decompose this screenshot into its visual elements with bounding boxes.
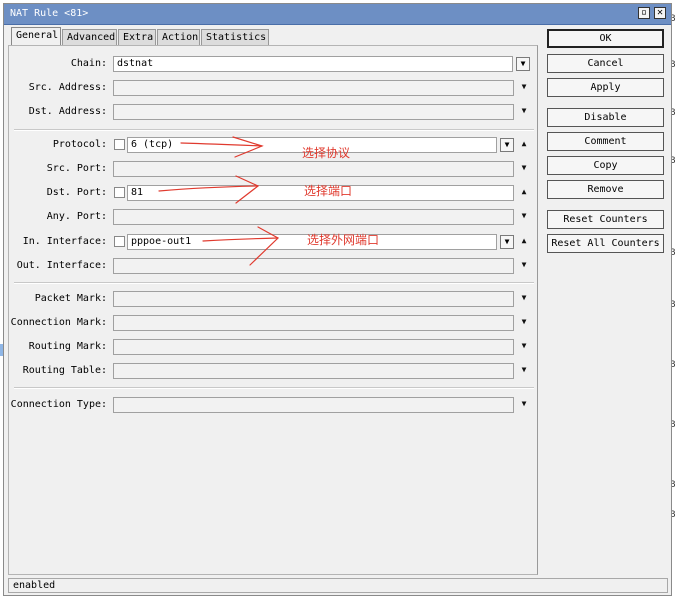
- tab-action[interactable]: Action: [157, 29, 200, 45]
- copy-button[interactable]: Copy: [547, 156, 664, 175]
- packet-mark-field[interactable]: [113, 291, 514, 307]
- protocol-label: Protocol:: [52, 139, 107, 150]
- tab-general[interactable]: General: [11, 27, 61, 45]
- routing-mark-label: Routing Mark:: [28, 341, 107, 352]
- out-interface-field[interactable]: [113, 258, 514, 274]
- chain-field[interactable]: dstnat: [113, 56, 513, 72]
- port-annotation: 选择端口: [304, 184, 353, 198]
- window-title: NAT Rule <81>: [10, 8, 89, 19]
- connection-mark-field[interactable]: [113, 315, 514, 331]
- dst-port-negate-checkbox[interactable]: [114, 187, 125, 198]
- dst-address-field[interactable]: [113, 104, 514, 120]
- protocol-annotation: 选择协议: [302, 146, 351, 160]
- interface-annotation: 选择外网端口: [307, 233, 380, 247]
- packet-mark-label: Packet Mark:: [34, 293, 107, 304]
- routing-table-label: Routing Table:: [22, 365, 107, 376]
- chevron-up-icon[interactable]: ▲: [518, 234, 530, 248]
- chevron-down-icon[interactable]: ▼: [518, 363, 530, 377]
- chevron-down-icon[interactable]: ▼: [516, 57, 530, 71]
- status-bar: enabled: [8, 578, 668, 593]
- routing-mark-field[interactable]: [113, 339, 514, 355]
- divider: [14, 129, 534, 131]
- chevron-down-icon[interactable]: ▼: [518, 258, 530, 272]
- nat-rule-window: NAT Rule <81> ▫ ✕ General Advanced Extra…: [3, 3, 672, 596]
- dst-address-label: Dst. Address:: [28, 106, 107, 117]
- disable-button[interactable]: Disable: [547, 108, 664, 127]
- chevron-down-icon[interactable]: ▼: [518, 161, 530, 175]
- any-port-field[interactable]: [113, 209, 514, 225]
- in-interface-negate-checkbox[interactable]: [114, 236, 125, 247]
- connection-type-field[interactable]: [113, 397, 514, 413]
- any-port-label: Any. Port:: [46, 211, 107, 222]
- src-port-label: Src. Port:: [46, 163, 107, 174]
- protocol-negate-checkbox[interactable]: [114, 139, 125, 150]
- divider: [14, 282, 534, 284]
- chevron-up-icon[interactable]: ▲: [518, 137, 530, 151]
- reset-all-counters-button[interactable]: Reset All Counters: [547, 234, 664, 253]
- out-interface-label: Out. Interface:: [16, 260, 107, 271]
- tab-statistics[interactable]: Statistics: [201, 29, 269, 45]
- src-address-field[interactable]: [113, 80, 514, 96]
- connection-type-label: Connection Type:: [10, 399, 107, 410]
- cancel-button[interactable]: Cancel: [547, 54, 664, 73]
- chevron-down-icon[interactable]: ▼: [518, 315, 530, 329]
- tab-advanced[interactable]: Advanced: [62, 29, 117, 45]
- src-port-field[interactable]: [113, 161, 514, 177]
- ok-button[interactable]: OK: [547, 29, 664, 48]
- restore-icon[interactable]: ▫: [638, 7, 650, 19]
- reset-counters-button[interactable]: Reset Counters: [547, 210, 664, 229]
- general-panel: Chain: dstnat ▼ Src. Address: ▼ Dst. Add…: [8, 45, 538, 575]
- dst-port-label: Dst. Port:: [46, 187, 107, 198]
- chevron-down-icon[interactable]: ▼: [518, 291, 530, 305]
- chevron-down-icon[interactable]: ▼: [518, 339, 530, 353]
- chevron-down-icon[interactable]: ▼: [500, 138, 514, 152]
- apply-button[interactable]: Apply: [547, 78, 664, 97]
- in-interface-label: In. Interface:: [22, 236, 107, 247]
- close-icon[interactable]: ✕: [654, 7, 666, 19]
- remove-button[interactable]: Remove: [547, 180, 664, 199]
- tab-extra[interactable]: Extra: [118, 29, 156, 45]
- chain-label: Chain:: [70, 58, 107, 69]
- connection-mark-label: Connection Mark:: [10, 317, 107, 328]
- title-bar[interactable]: NAT Rule <81> ▫ ✕: [4, 4, 671, 25]
- comment-button[interactable]: Comment: [547, 132, 664, 151]
- chevron-down-icon[interactable]: ▼: [518, 104, 530, 118]
- routing-table-field[interactable]: [113, 363, 514, 379]
- divider: [14, 387, 534, 389]
- chevron-down-icon[interactable]: ▼: [518, 397, 530, 411]
- chevron-down-icon[interactable]: ▼: [500, 235, 514, 249]
- chevron-down-icon[interactable]: ▼: [518, 80, 530, 94]
- src-address-label: Src. Address:: [28, 82, 107, 93]
- chevron-down-icon[interactable]: ▼: [518, 209, 530, 223]
- chevron-up-icon[interactable]: ▲: [518, 185, 530, 199]
